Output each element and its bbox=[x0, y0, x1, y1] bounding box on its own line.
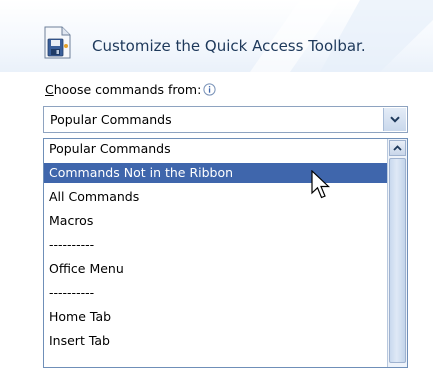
dropdown-item[interactable]: Home Tab bbox=[44, 307, 387, 327]
label-accesskey: C bbox=[45, 82, 54, 97]
commands-combo-box[interactable]: Popular Commands bbox=[43, 106, 408, 133]
chevron-down-icon bbox=[390, 116, 400, 123]
dialog-title: Customize the Quick Access Toolbar. bbox=[92, 37, 366, 55]
choose-commands-label: Choose commands from: bbox=[45, 82, 216, 97]
scroll-up-button[interactable] bbox=[389, 140, 406, 156]
mouse-pointer-icon bbox=[311, 170, 331, 199]
dropdown-item[interactable]: Popular Commands bbox=[44, 139, 387, 159]
dropdown-item[interactable]: ---------- bbox=[44, 235, 387, 255]
label-text: hoose commands from: bbox=[53, 82, 202, 97]
quick-access-toolbar-icon bbox=[44, 26, 71, 59]
commands-dropdown-list[interactable]: Popular Commands Commands Not in the Ribb… bbox=[43, 138, 408, 368]
dropdown-items: Popular Commands Commands Not in the Ribb… bbox=[44, 139, 387, 355]
combo-selected-value: Popular Commands bbox=[50, 112, 172, 127]
dropdown-item[interactable]: ---------- bbox=[44, 283, 387, 303]
combo-dropdown-button[interactable] bbox=[383, 108, 406, 131]
dropdown-item[interactable]: All Commands bbox=[44, 187, 387, 207]
scroll-up-arrow-icon bbox=[393, 145, 402, 151]
dropdown-item[interactable]: Commands Not in the Ribbon bbox=[44, 163, 387, 183]
vertical-scrollbar[interactable] bbox=[387, 139, 407, 367]
info-icon[interactable] bbox=[203, 83, 216, 96]
dropdown-item[interactable]: Macros bbox=[44, 211, 387, 231]
scroll-thumb[interactable] bbox=[389, 158, 406, 363]
dropdown-item[interactable]: Office Menu bbox=[44, 259, 387, 279]
dropdown-item[interactable]: Insert Tab bbox=[44, 331, 387, 351]
